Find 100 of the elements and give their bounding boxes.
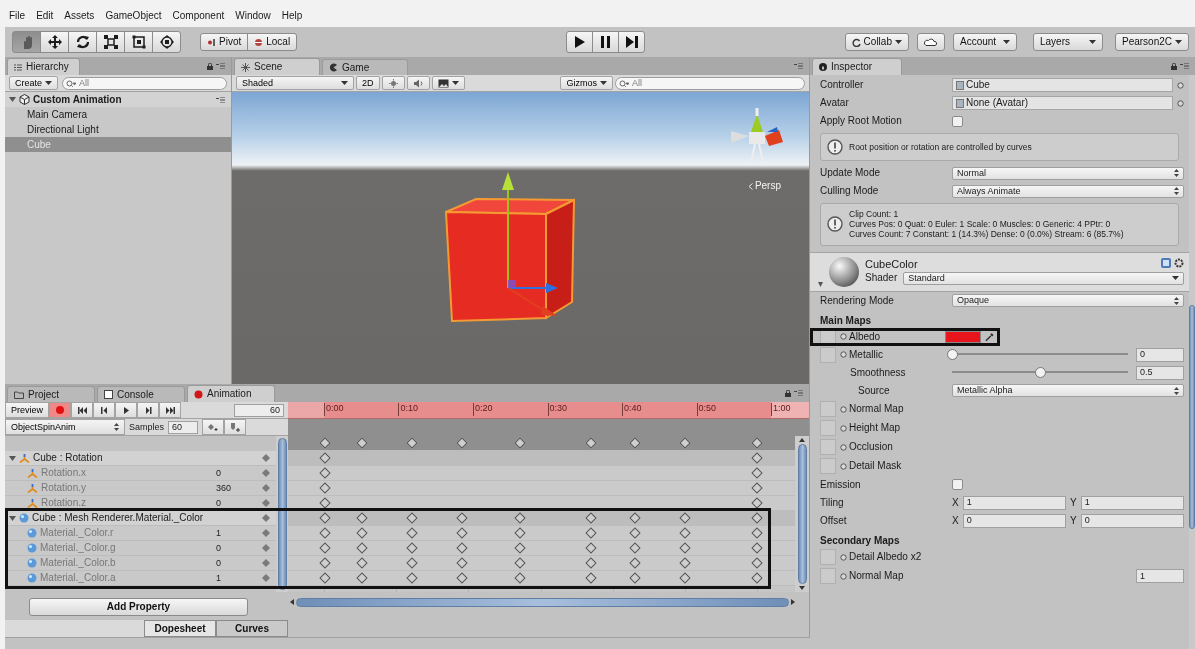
keyframe-marker[interactable] (356, 437, 368, 449)
step-button[interactable] (618, 31, 646, 53)
keyframe-marker[interactable] (514, 437, 526, 449)
frame-field[interactable]: 60 (234, 403, 284, 417)
hierarchy-tab[interactable]: Hierarchy (7, 58, 80, 75)
2d-toggle[interactable]: 2D (356, 76, 380, 90)
keyframe-marker[interactable] (456, 512, 469, 524)
menu-item[interactable]: Help (281, 10, 303, 22)
checkbox[interactable] (952, 115, 963, 127)
first-frame-button[interactable] (71, 402, 93, 418)
object-picker-button[interactable] (1177, 81, 1184, 89)
keyframe-marker[interactable] (406, 527, 418, 539)
keyframe-marker[interactable] (456, 572, 469, 584)
pause-button[interactable] (592, 31, 620, 53)
dropdown[interactable]: Normal (952, 166, 1184, 180)
rect-tool-button[interactable] (124, 31, 153, 53)
tree-item[interactable]: Main Camera (5, 107, 231, 122)
keyframe-marker[interactable] (318, 512, 331, 524)
samples-field[interactable]: 60 (168, 420, 198, 434)
keyframe-marker[interactable] (629, 512, 641, 524)
keyframe-marker[interactable] (456, 557, 469, 569)
layers-dropdown[interactable]: Layers (1032, 33, 1103, 51)
previous-key-button[interactable] (93, 402, 115, 418)
keyframe-marker[interactable] (318, 542, 331, 554)
next-key-button[interactable] (137, 402, 159, 418)
pivot-button[interactable]: Pivot (200, 33, 249, 51)
cloud-button[interactable] (916, 33, 945, 51)
view-tab[interactable]: Game (322, 59, 408, 75)
scrollbar-thumb[interactable] (797, 444, 807, 584)
rotate-tool-button[interactable] (68, 31, 97, 53)
search-field[interactable]: All (62, 76, 227, 90)
number-field[interactable]: 0 (1136, 347, 1184, 362)
number-field[interactable]: 0.5 (1136, 365, 1184, 380)
keyframe-marker[interactable] (585, 527, 597, 539)
keyframe-marker[interactable] (356, 542, 368, 554)
search-field[interactable]: All (615, 76, 805, 90)
keyframe-marker[interactable] (629, 437, 641, 449)
keyframe-marker[interactable] (679, 557, 692, 569)
panel-tab[interactable]: Project (7, 386, 95, 402)
panel-tab[interactable]: Animation (187, 385, 275, 402)
number-field[interactable]: 1 (962, 495, 1066, 510)
object-field[interactable]: Cube (952, 78, 1173, 92)
add-event-button[interactable] (224, 419, 246, 435)
keyframe-marker[interactable] (356, 572, 368, 584)
play-button[interactable] (115, 402, 137, 418)
keyframe-marker[interactable] (585, 557, 597, 569)
view-mode-tab[interactable]: Curves (216, 620, 288, 637)
keyframe-marker[interactable] (356, 557, 368, 569)
keyframe-marker[interactable] (406, 557, 418, 569)
keyframe-marker[interactable] (514, 512, 526, 524)
dropdown[interactable]: Opaque (952, 294, 1184, 308)
keyframe-marker[interactable] (356, 527, 368, 539)
dropdown[interactable]: Metallic Alpha (952, 384, 1184, 398)
keyframe-marker[interactable] (318, 557, 331, 569)
menu-item[interactable]: Assets (64, 10, 95, 22)
keyframe-marker[interactable] (585, 512, 597, 524)
keyframe-marker[interactable] (356, 512, 368, 524)
keyframe-marker[interactable] (679, 512, 692, 524)
menu-item[interactable]: Edit (36, 10, 54, 22)
number-field[interactable]: 0 (962, 513, 1066, 528)
keyframe-marker[interactable] (629, 542, 641, 554)
keyframe-marker[interactable] (318, 482, 331, 494)
number-field[interactable]: 0 (1080, 513, 1184, 528)
transform-tool-button[interactable] (152, 31, 181, 53)
layout-dropdown[interactable]: Pearson2C (1114, 33, 1189, 51)
keyframe-marker[interactable] (514, 527, 526, 539)
effects-dropdown[interactable] (431, 76, 465, 90)
keyframe-marker[interactable] (751, 482, 764, 494)
object-field[interactable]: None (Avatar) (952, 96, 1173, 110)
light-button[interactable] (381, 76, 405, 90)
speaker-button[interactable] (406, 76, 430, 90)
create-dropdown[interactable]: Create (9, 76, 58, 90)
projection-label[interactable]: Persp (747, 180, 781, 192)
keyframe-marker[interactable] (406, 512, 418, 524)
keyframe-marker[interactable] (629, 557, 641, 569)
color-swatch[interactable] (945, 330, 982, 343)
panel-tab[interactable]: Console (97, 386, 185, 402)
dropdown[interactable]: Always Animate (952, 184, 1184, 198)
keyframe-marker[interactable] (514, 542, 526, 554)
scale-tool-button[interactable] (96, 31, 125, 53)
keyframe-marker[interactable] (406, 542, 418, 554)
keyframe-marker[interactable] (318, 572, 331, 584)
account-dropdown[interactable]: Account (952, 33, 1017, 51)
keyframe-marker[interactable] (514, 557, 526, 569)
view-mode-tab[interactable]: Dopesheet (144, 620, 216, 637)
keyframe-marker[interactable] (406, 437, 418, 449)
tree-item[interactable]: Custom Animation (5, 92, 231, 107)
tree-item[interactable]: Directional Light (5, 122, 231, 137)
last-frame-button[interactable] (159, 402, 181, 418)
slider-thumb[interactable] (1035, 367, 1046, 379)
keyframe-marker[interactable] (585, 572, 597, 584)
number-field[interactable]: 1 (1080, 495, 1184, 510)
object-picker-button[interactable] (1177, 99, 1184, 107)
inspector-tab[interactable]: Inspector (812, 58, 902, 75)
shader-dropdown[interactable]: Standard (903, 271, 1184, 285)
clip-dropdown[interactable]: ObjectSpinAnim (5, 419, 125, 435)
menu-item[interactable]: File (9, 10, 26, 22)
play-button[interactable] (566, 31, 594, 53)
add-keyframe-button[interactable] (202, 419, 224, 435)
view-tab[interactable]: Scene (234, 58, 320, 75)
